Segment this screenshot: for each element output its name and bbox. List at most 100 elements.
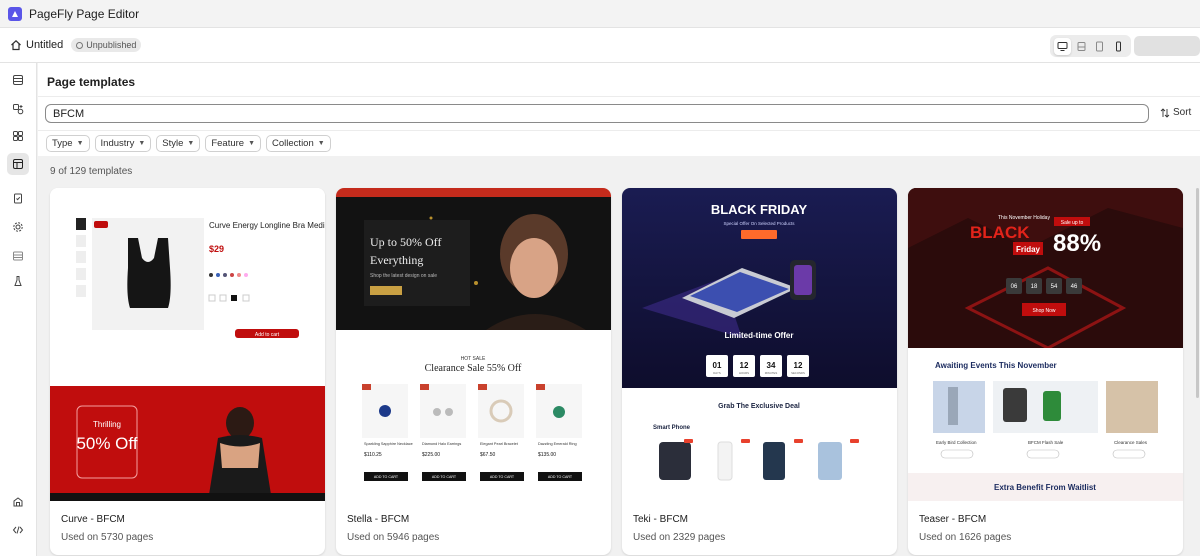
teaser-count-minutes: 54 (1051, 284, 1058, 290)
filter-label: Collection (272, 138, 314, 149)
template-card-stella[interactable]: Up to 50% Off Everything Shop the latest… (336, 188, 611, 555)
chevron-down-icon: ▼ (248, 140, 256, 147)
teki-count-hours: 12 (740, 361, 749, 370)
laptop-icon (1077, 41, 1086, 51)
layers-icon (13, 75, 23, 85)
sidebar-item-checklist[interactable] (7, 187, 29, 209)
filter-label: Feature (211, 138, 245, 149)
sidebar-item-templates[interactable] (7, 153, 29, 175)
status-badge-label: Unpublished (86, 40, 137, 50)
template-usage: Used on 2329 pages (633, 532, 726, 543)
template-grid: 9 of 129 templates Curve Energy Longline… (38, 156, 1200, 556)
stella-product-price: $110.25 (364, 452, 382, 458)
stella-hero-line1: Up to 50% Off (370, 235, 441, 249)
filter-industry-button[interactable]: Industry ▼ (94, 135, 152, 152)
chevron-down-icon: ▼ (317, 140, 325, 147)
curve-banner-heading: Thrilling (93, 420, 121, 429)
teki-section-title: Grab The Exclusive Deal (718, 403, 800, 410)
stella-add-to-cart: ADD TO CART (548, 475, 573, 479)
template-card-curve[interactable]: Curve Energy Longline Bra Medium Support… (50, 188, 325, 555)
filter-collection-button[interactable]: Collection ▼ (266, 135, 331, 152)
flask-icon (14, 276, 22, 286)
template-name: Curve - BFCM (61, 514, 125, 525)
title-bar: PageFly Page Editor (0, 0, 1200, 28)
stella-product-price: $67.50 (480, 452, 496, 458)
status-dot-icon (76, 41, 84, 49)
teki-count-minutes: 34 (767, 361, 776, 370)
template-icon (13, 159, 23, 169)
stella-product-name: Diamond Halo Earrings (422, 442, 461, 446)
laptop-view-button[interactable] (1073, 38, 1090, 55)
desktop-view-button[interactable] (1053, 37, 1071, 55)
table-icon (13, 251, 23, 261)
teaser-event: Clearance Sales (1114, 440, 1148, 445)
curve-price: $29 (209, 244, 224, 254)
chevron-down-icon: ▼ (187, 140, 195, 147)
curve-banner-offer: 50% Off (76, 434, 137, 453)
template-card-teki[interactable]: BLACK FRIDAY Special Offer On Selected P… (622, 188, 897, 555)
teaser-sale-up-to: Sale up to (1061, 220, 1084, 226)
editor-header: Untitled Unpublished (0, 28, 1200, 63)
teki-unit-hours: HOURS (739, 371, 749, 375)
filter-feature-button[interactable]: Feature ▼ (205, 135, 262, 152)
sidebar-item-code[interactable] (7, 519, 29, 541)
home-icon[interactable] (10, 39, 22, 51)
stella-add-to-cart: ADD TO CART (490, 475, 515, 479)
stella-section-title: Clearance Sale 55% Off (425, 363, 522, 374)
template-name: Teki - BFCM (633, 514, 688, 525)
teaser-extra: Extra Benefit From Waitlist (994, 483, 1096, 492)
teki-limited: Limited-time Offer (725, 331, 794, 340)
teaser-section-title: Awaiting Events This November (935, 361, 1057, 370)
template-thumbnail: Up to 50% Off Everything Shop the latest… (336, 188, 611, 501)
header-action-button[interactable] (1134, 36, 1200, 56)
stella-hero-line2: Everything (370, 253, 423, 267)
sort-button[interactable]: Sort (1160, 107, 1191, 118)
mobile-icon (1116, 41, 1122, 51)
teki-hero-title: BLACK FRIDAY (711, 202, 808, 217)
filter-label: Type (52, 138, 73, 149)
sidebar-item-experiments[interactable] (7, 270, 29, 292)
stella-hero-sub: Shop the latest design on sale (370, 273, 437, 279)
chevron-down-icon: ▼ (76, 140, 84, 147)
template-card-teaser[interactable]: This November Holiday BLACK Friday Sale … (908, 188, 1183, 555)
mobile-view-button[interactable] (1110, 38, 1127, 55)
pagefly-logo-icon (8, 6, 22, 21)
search-input[interactable] (45, 104, 1149, 123)
filter-type-button[interactable]: Type ▼ (46, 135, 90, 152)
teaser-black: BLACK (970, 223, 1030, 242)
sidebar-item-layers[interactable] (7, 69, 29, 91)
sidebar-item-apps[interactable] (7, 491, 29, 513)
grid-icon (13, 131, 23, 141)
gear-icon (13, 222, 23, 232)
teki-unit-minutes: MINUTES (765, 371, 778, 375)
sort-icon (1160, 107, 1170, 118)
stella-product-name: Dazzling Emerald Ring (538, 442, 577, 446)
teaser-event: Early Bird Collection (936, 440, 977, 445)
teaser-percent: 88% (1053, 230, 1101, 257)
tablet-view-button[interactable] (1091, 38, 1108, 55)
divider (38, 130, 1200, 131)
sidebar-item-data[interactable] (7, 245, 29, 267)
teki-unit-days: DAYS (713, 371, 721, 375)
template-name: Stella - BFCM (347, 514, 410, 525)
device-switcher (1050, 35, 1131, 57)
page-name[interactable]: Untitled (26, 39, 63, 51)
teki-unit-seconds: SECONDS (791, 371, 805, 375)
teki-category: Smart Phone (653, 425, 691, 431)
panel-title: Page templates (47, 75, 136, 89)
sidebar-item-settings[interactable] (7, 216, 29, 238)
grid-scrollbar[interactable] (1196, 188, 1199, 398)
teaser-count-days: 06 (1011, 284, 1018, 290)
sort-label: Sort (1173, 107, 1192, 118)
teaser-event: BFCM Flash Sale (1028, 440, 1064, 445)
sidebar-item-sections[interactable] (7, 125, 29, 147)
sidebar-item-elements[interactable] (7, 98, 29, 120)
stella-product-name: Elegant Pearl Bracelet (480, 442, 519, 446)
template-thumbnail: This November Holiday BLACK Friday Sale … (908, 188, 1183, 501)
code-icon (12, 526, 24, 534)
stella-kicker: HOT SALE (461, 356, 486, 362)
tablet-icon (1096, 41, 1104, 51)
filter-style-button[interactable]: Style ▼ (156, 135, 201, 152)
stella-product-name: Sparkling Sapphire Necklace (364, 442, 413, 446)
template-usage: Used on 1626 pages (919, 532, 1012, 543)
